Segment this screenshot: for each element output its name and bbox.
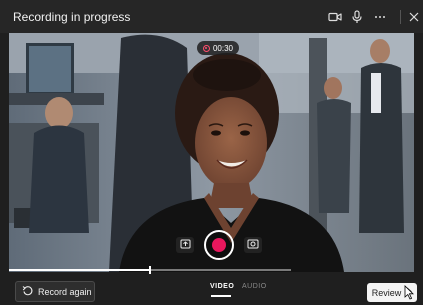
upload-button[interactable] xyxy=(176,237,194,253)
record-button[interactable] xyxy=(204,230,234,260)
toolbar-divider xyxy=(400,10,401,24)
record-icon xyxy=(212,238,226,252)
recording-timer: 00:30 xyxy=(197,41,239,55)
mouse-pointer-icon xyxy=(404,285,414,305)
title-bar: Recording in progress xyxy=(0,0,423,33)
window-title: Recording in progress xyxy=(13,10,131,24)
timer-text: 00:30 xyxy=(212,43,234,53)
recording-indicator-icon xyxy=(202,44,210,52)
effects-button[interactable] xyxy=(244,237,262,253)
tab-video[interactable]: VIDEO xyxy=(210,283,234,290)
redo-icon xyxy=(22,285,33,298)
record-again-label: Record again xyxy=(38,286,92,297)
tab-selected-indicator xyxy=(211,295,231,297)
close-icon[interactable] xyxy=(406,9,422,25)
recording-progress-fill xyxy=(9,269,150,271)
recording-progress-marker xyxy=(149,266,151,274)
tab-audio[interactable]: AUDIO xyxy=(242,283,267,290)
effects-icon xyxy=(247,236,259,254)
upload-icon xyxy=(180,236,191,254)
camera-icon[interactable] xyxy=(327,9,343,25)
microphone-icon[interactable] xyxy=(349,9,365,25)
record-again-button[interactable]: Record again xyxy=(15,281,95,302)
review-label: Review xyxy=(371,287,402,298)
more-icon[interactable] xyxy=(372,9,388,25)
